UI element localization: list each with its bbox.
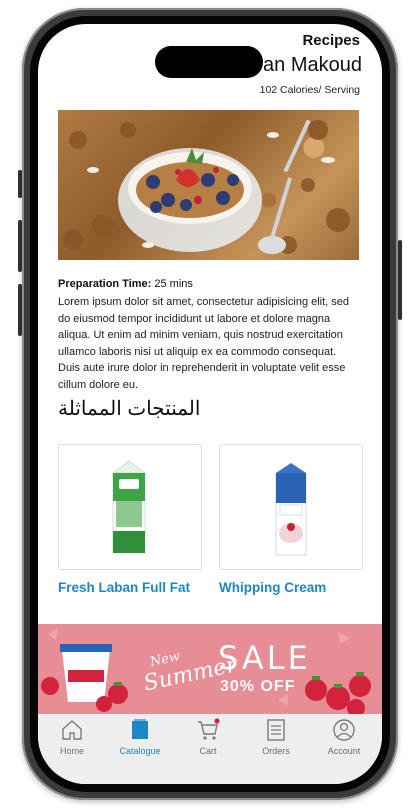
- whipping-cream-carton-image: [275, 463, 307, 556]
- laban-carton-image: [111, 460, 147, 554]
- product-card-laban[interactable]: [58, 444, 202, 570]
- dynamic-island: [155, 46, 263, 78]
- calories-label: 102 Calories/ Serving: [259, 84, 360, 96]
- tab-catalogue[interactable]: Catalogue: [106, 714, 174, 756]
- prep-time: Preparation Time: 25 mins: [58, 278, 193, 290]
- catalogue-icon: [132, 719, 148, 739]
- similar-products-heading: المنتجات المماثلة: [58, 398, 201, 420]
- home-icon: [62, 720, 82, 740]
- tab-catalogue-label: Catalogue: [119, 746, 161, 756]
- cart-icon: [198, 718, 220, 740]
- phone-volume-down: [18, 284, 22, 336]
- phone-power-button: [398, 240, 402, 320]
- tab-home[interactable]: Home: [38, 714, 106, 756]
- tab-account-label: Account: [327, 746, 361, 756]
- tab-orders[interactable]: Orders: [242, 714, 310, 756]
- recipe-hero-image: [58, 110, 359, 260]
- prep-time-label: Preparation Time:: [58, 278, 152, 290]
- tab-home-label: Home: [59, 746, 84, 756]
- orders-icon: [267, 719, 285, 741]
- banner-discount-text: 30% OFF: [220, 678, 296, 695]
- granola-bowl-illustration: [63, 120, 350, 254]
- cart-badge: [214, 718, 220, 724]
- page-title: Recipes: [302, 32, 360, 49]
- recipe-description: Lorem ipsum dolor sit amet, consectetur …: [58, 296, 350, 391]
- product-card-whipping-cream[interactable]: [219, 444, 363, 570]
- tab-cart[interactable]: Cart: [174, 714, 242, 756]
- tab-account[interactable]: Account: [310, 714, 378, 756]
- banner-sale-text: SALE: [218, 639, 311, 677]
- product-name-laban[interactable]: Fresh Laban Full Fat: [58, 580, 190, 595]
- bottom-tab-bar: Home Catalogue Cart Orders Account: [38, 714, 382, 784]
- phone-silent-switch: [18, 170, 22, 198]
- tab-cart-label: Cart: [199, 746, 217, 756]
- tab-orders-label: Orders: [262, 746, 290, 756]
- prep-time-value: 25 mins: [154, 278, 193, 290]
- product-name-whipping-cream[interactable]: Whipping Cream: [219, 580, 326, 595]
- phone-volume-up: [18, 220, 22, 272]
- account-icon: [333, 719, 355, 741]
- app-screen: Recipes Laban Makoud 102 Calories/ Servi…: [38, 24, 382, 784]
